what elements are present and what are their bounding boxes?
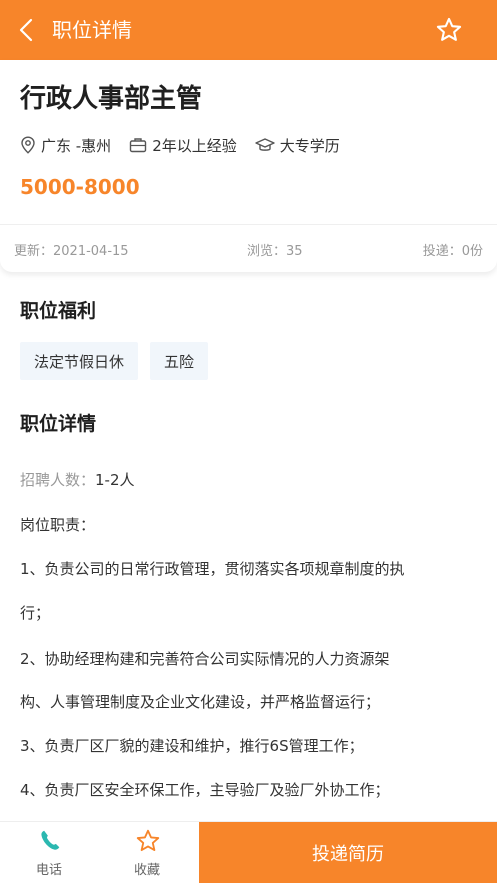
apply-resume-button[interactable]: 投递简历: [199, 822, 497, 883]
briefcase-icon: [129, 138, 147, 153]
page-title: 职位详情: [52, 18, 132, 42]
star-outline-icon: [436, 17, 462, 41]
headcount-label: 招聘人数：: [20, 471, 96, 489]
bottom-action-bar: 电话 收藏 投递简历: [0, 821, 497, 883]
phone-button[interactable]: 电话: [0, 822, 98, 883]
experience-text: 2年以上经验: [152, 136, 237, 155]
chevron-left-icon: [19, 18, 33, 42]
back-button[interactable]: [12, 15, 40, 45]
experience-meta: 2年以上经验: [129, 135, 237, 156]
favorite-label: 收藏: [133, 863, 160, 878]
job-summary-card: 行政人事部主管 广东 -惠州 2年以上经验 大专学历 5000-8000 更新：…: [0, 60, 497, 272]
phone-label: 电话: [35, 863, 62, 878]
duty-line: 4、负责厂区安全环保工作，主导验厂及验厂外协工作；: [20, 781, 390, 799]
headcount-value: 1-2人: [95, 471, 135, 489]
star-outline-icon: [136, 829, 160, 852]
duty-line: 行；: [20, 604, 51, 622]
job-stats-row: 更新：2021-04-15 浏览：35 投递：0份: [0, 225, 497, 272]
view-count: 浏览：35: [247, 244, 303, 259]
duties-label: 岗位职责：: [20, 516, 96, 534]
benefits-tags: 法定节假日休 五险: [20, 342, 220, 380]
job-meta-row: 广东 -惠州 2年以上经验 大专学历: [20, 133, 358, 157]
location-meta: 广东 -惠州: [20, 135, 111, 156]
header-bar: 职位详情: [0, 0, 497, 60]
benefit-tag: 五险: [150, 342, 209, 380]
location-text: 广东 -惠州: [41, 136, 112, 155]
job-title: 行政人事部主管: [20, 84, 203, 114]
favorite-button[interactable]: [435, 16, 463, 44]
job-detail-page: 职位详情 行政人事部主管 广东 -惠州 2年以上经验 大专学历 5000-800…: [0, 0, 497, 883]
updated-date: 更新：2021-04-15: [14, 244, 129, 259]
details-section-title: 职位详情: [20, 413, 97, 435]
education-meta: 大专学历: [255, 135, 340, 156]
application-count: 投递：0份: [422, 244, 483, 259]
education-text: 大专学历: [279, 136, 340, 155]
salary-text: 5000-8000: [20, 175, 140, 199]
bottom-favorite-button[interactable]: 收藏: [98, 822, 196, 883]
duty-line: 1、负责公司的日常行政管理，贯彻落实各项规章制度的执: [20, 560, 405, 578]
duty-line: 3、负责厂区厂貌的建设和维护，推行6S管理工作；: [20, 737, 364, 755]
benefits-section-title: 职位福利: [20, 300, 97, 322]
benefit-tag: 法定节假日休: [20, 342, 139, 380]
graduation-cap-icon: [255, 138, 275, 151]
headcount-line: 招聘人数：1-2人: [20, 469, 135, 491]
duty-line: 构、人事管理制度及企业文化建设，并严格监督运行；: [20, 693, 381, 711]
phone-icon: [41, 830, 60, 850]
duty-line: 2、协助经理构建和完善符合公司实际情况的人力资源架: [20, 650, 390, 668]
location-pin-icon: [21, 136, 35, 154]
